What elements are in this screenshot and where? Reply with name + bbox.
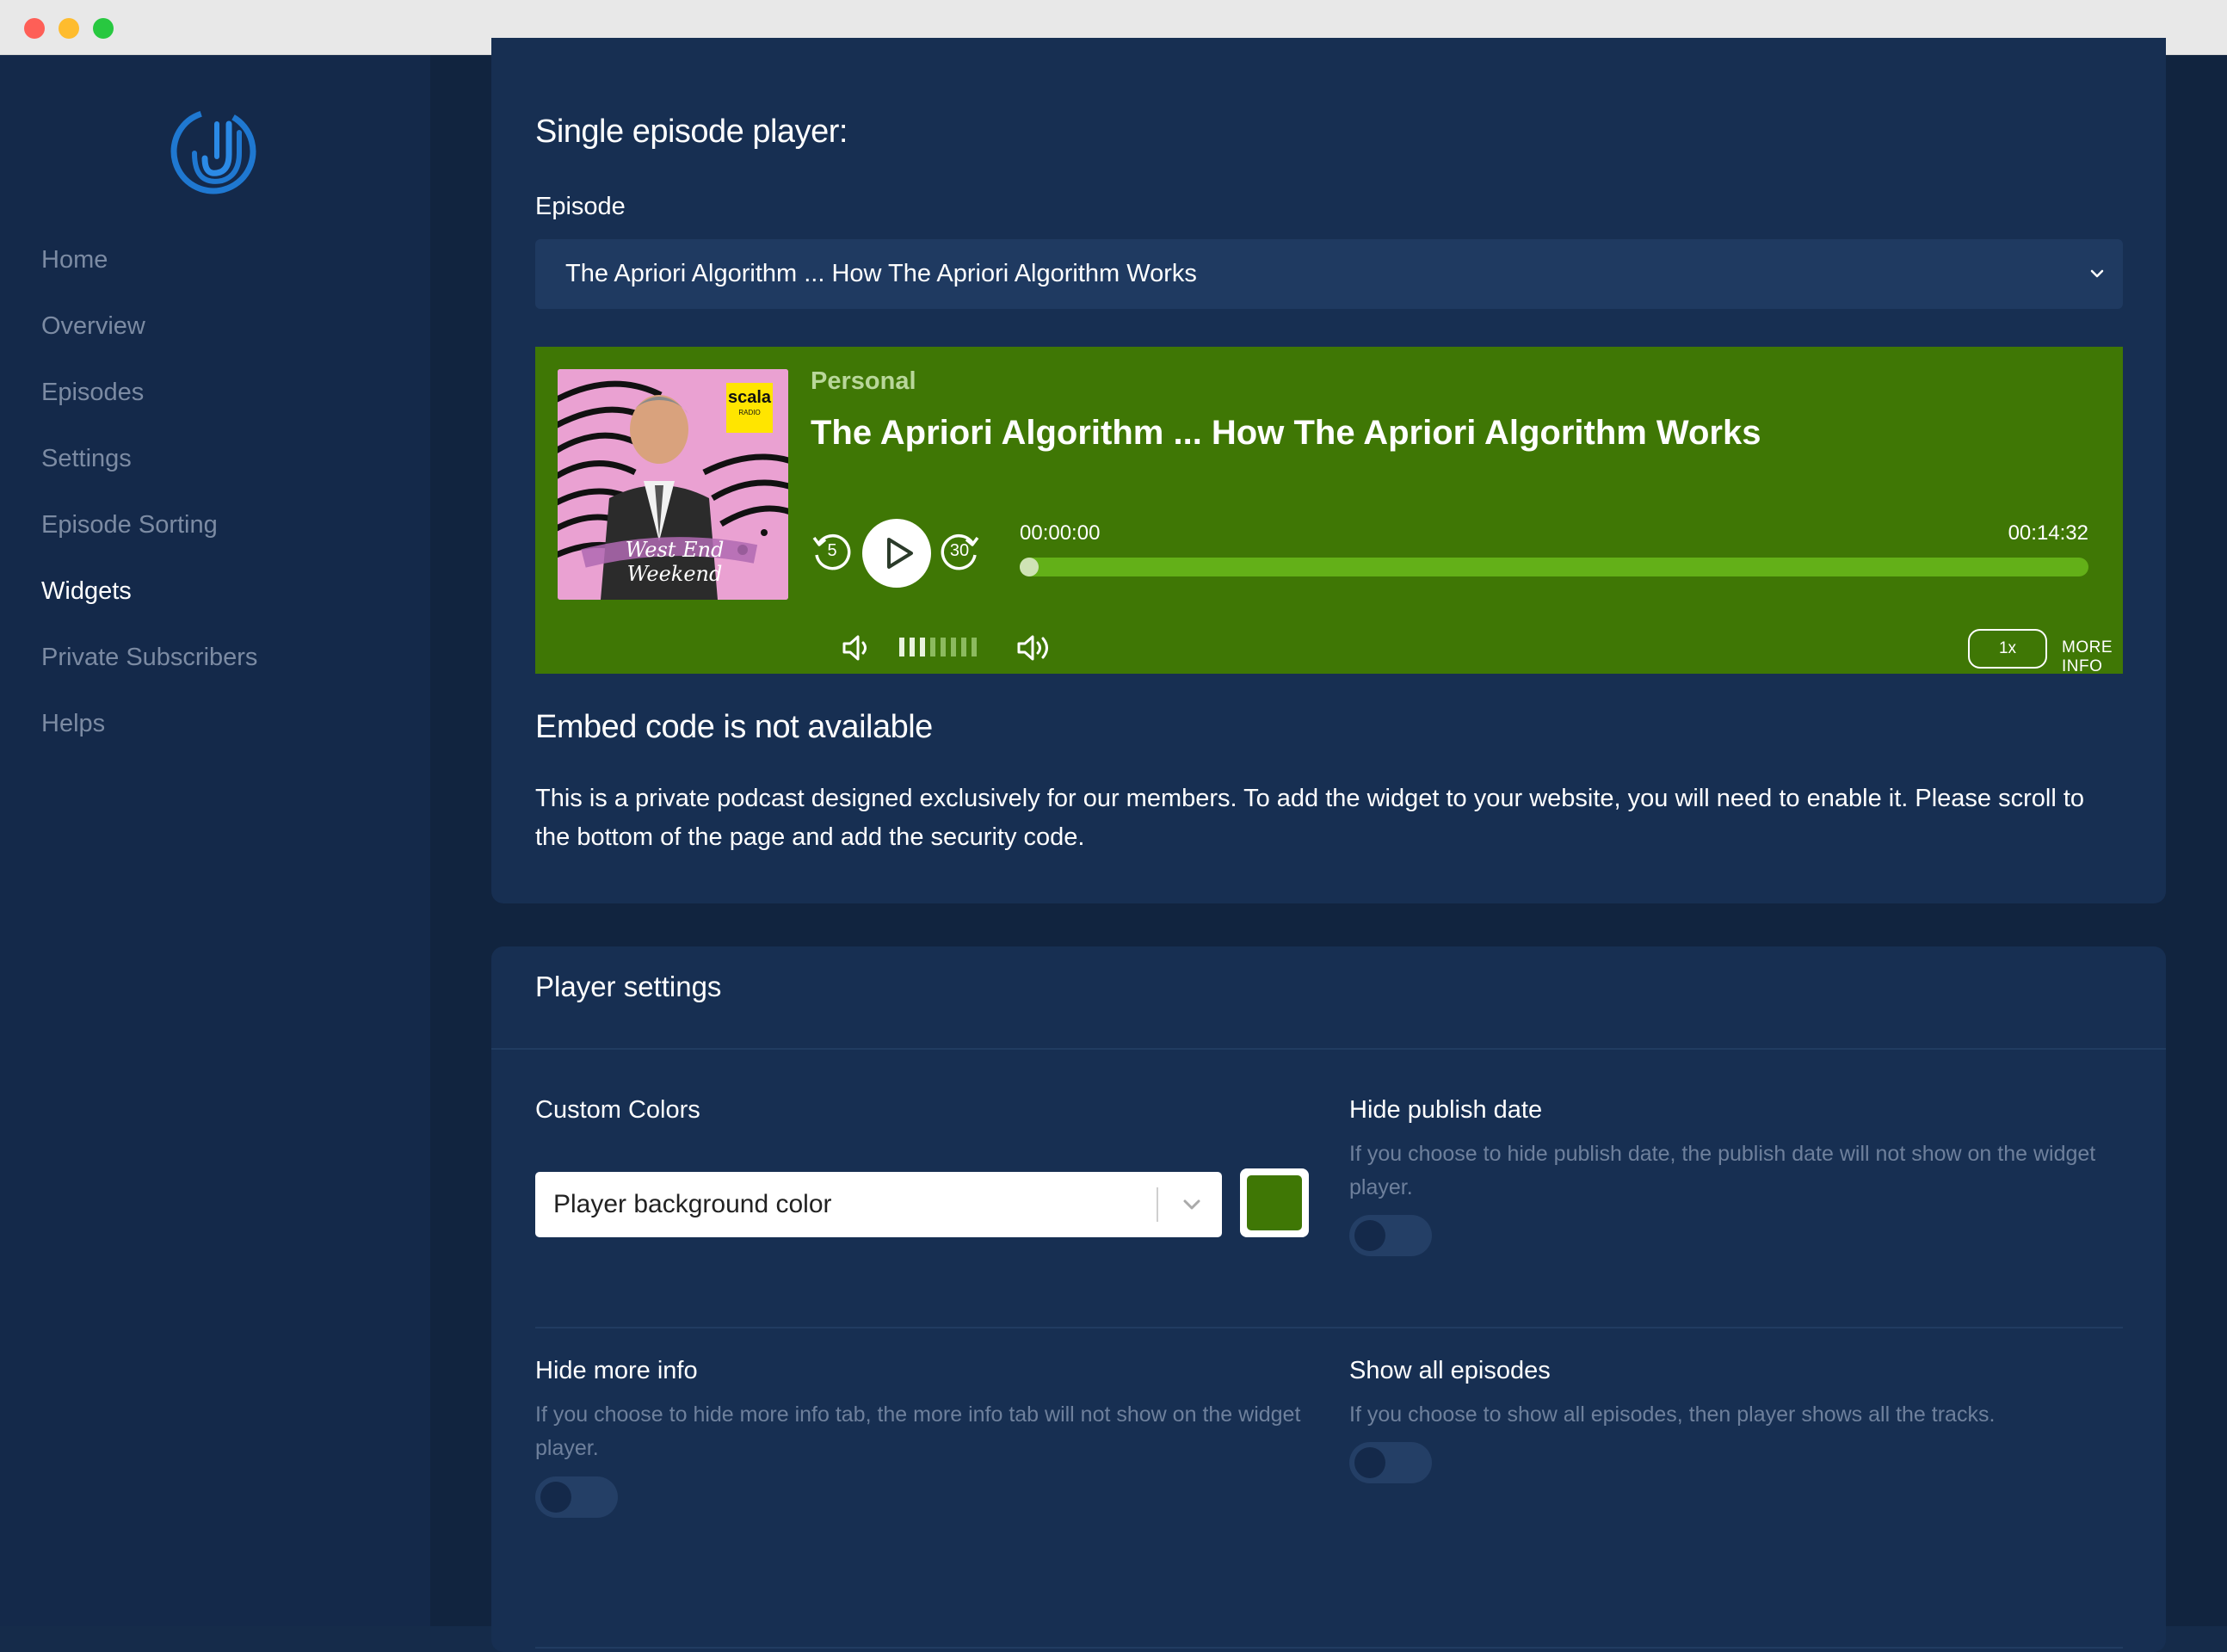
cover-brand-text: scala [727,388,772,407]
cover-brand-sub-text: RADIO [738,409,761,416]
hide-more-info-toggle[interactable] [535,1476,618,1518]
hide-more-info-label: Hide more info [535,1357,698,1384]
volume-level-bar [910,638,915,656]
player-category: Personal [811,367,916,395]
close-window-button[interactable] [24,18,45,39]
sidebar-item-home[interactable]: Home [41,243,257,309]
current-time: 00:00:00 [1020,521,1101,545]
volume-level-bar [930,638,935,656]
player-settings-card: Player settings Custom Colors Player bac… [491,946,2166,1652]
play-icon [887,538,913,569]
sidebar: Home Overview Episodes Settings Episode … [0,55,430,1626]
sidebar-item-settings[interactable]: Settings [41,441,257,508]
single-player-heading: Single episode player: [535,114,848,150]
sidebar-item-overview[interactable]: Overview [41,309,257,375]
sidebar-item-widgets[interactable]: Widgets [41,574,257,640]
volume-level-bar [961,638,966,656]
color-swatch-button[interactable] [1240,1168,1309,1237]
minimize-window-button[interactable] [59,18,79,39]
show-all-episodes-label: Show all episodes [1349,1357,1551,1384]
hide-publish-date-toggle[interactable] [1349,1215,1432,1256]
rewind-button[interactable]: 5 [811,531,854,574]
volume-level-bar [899,638,904,656]
forward-seconds-label: 30 [949,541,970,560]
volume-down-button[interactable] [841,631,875,665]
sidebar-nav: Home Overview Episodes Settings Episode … [41,243,257,773]
divider [535,1327,2123,1328]
podcast-logo-icon[interactable] [169,107,258,196]
single-player-card: Single episode player: Episode The Aprio… [491,38,2166,903]
playback-speed-button[interactable]: 1x [1968,629,2047,669]
show-all-episodes-description: If you choose to show all episodes, then… [1349,1402,1996,1427]
zoom-window-button[interactable] [93,18,114,39]
volume-level-bar [920,638,925,656]
volume-slider[interactable] [899,638,982,658]
player-episode-title: The Apriori Algorithm ... How The Aprior… [811,414,1761,452]
chevron-down-icon [1179,1172,1205,1237]
hide-more-info-description: If you choose to hide more info tab, the… [535,1402,1301,1460]
embed-description: This is a private podcast designed exclu… [535,785,2085,851]
color-target-select[interactable]: Player background color [535,1172,1222,1237]
divider [535,1647,2123,1649]
episode-cover-image: scala RADIO West End Weekend [558,369,788,600]
volume-high-icon [1017,635,1048,661]
show-all-episodes-toggle[interactable] [1349,1442,1432,1483]
hide-publish-date-label: Hide publish date [1349,1096,1543,1124]
rewind-seconds-label: 5 [827,541,837,560]
embed-heading: Embed code is not available [535,709,933,745]
hide-publish-date-description: If you choose to hide publish date, the … [1349,1142,2096,1199]
sidebar-item-episodes[interactable]: Episodes [41,375,257,441]
total-time: 00:14:32 [2008,521,2088,545]
volume-level-bar [941,638,946,656]
forward-button[interactable]: 30 [938,531,981,574]
toggle-knob [1354,1447,1385,1478]
volume-level-bar [972,638,977,656]
volume-low-icon [842,635,867,661]
sidebar-item-episode-sorting[interactable]: Episode Sorting [41,508,257,574]
volume-level-bar [951,638,956,656]
toggle-knob [540,1482,571,1513]
sidebar-item-helps[interactable]: Helps [41,706,257,773]
chevron-down-icon [2087,239,2107,309]
more-info-link[interactable]: MORE INFO [2062,638,2123,676]
play-button[interactable] [862,519,931,588]
progress-knob[interactable] [1020,558,1039,576]
player-settings-heading: Player settings [535,971,722,1002]
widget-player: scala RADIO West End Weekend Personal Th… [535,347,2123,676]
color-swatch-fill [1247,1175,1302,1230]
custom-colors-label: Custom Colors [535,1096,700,1124]
color-target-value: Player background color [553,1190,832,1218]
episode-select-value: The Apriori Algorithm ... How The Aprior… [565,260,1197,287]
select-separator [1157,1187,1158,1222]
episode-label: Episode [535,193,626,220]
volume-up-button[interactable] [1015,631,1058,665]
sidebar-item-private-subscribers[interactable]: Private Subscribers [41,640,257,706]
progress-bar[interactable] [1020,558,2088,576]
main-content: Single episode player: Episode The Aprio… [430,38,2227,1652]
toggle-knob [1354,1220,1385,1251]
episode-select[interactable]: The Apriori Algorithm ... How The Aprior… [535,239,2123,309]
divider [491,1048,2166,1050]
cover-caption-text: West End Weekend [625,538,725,586]
